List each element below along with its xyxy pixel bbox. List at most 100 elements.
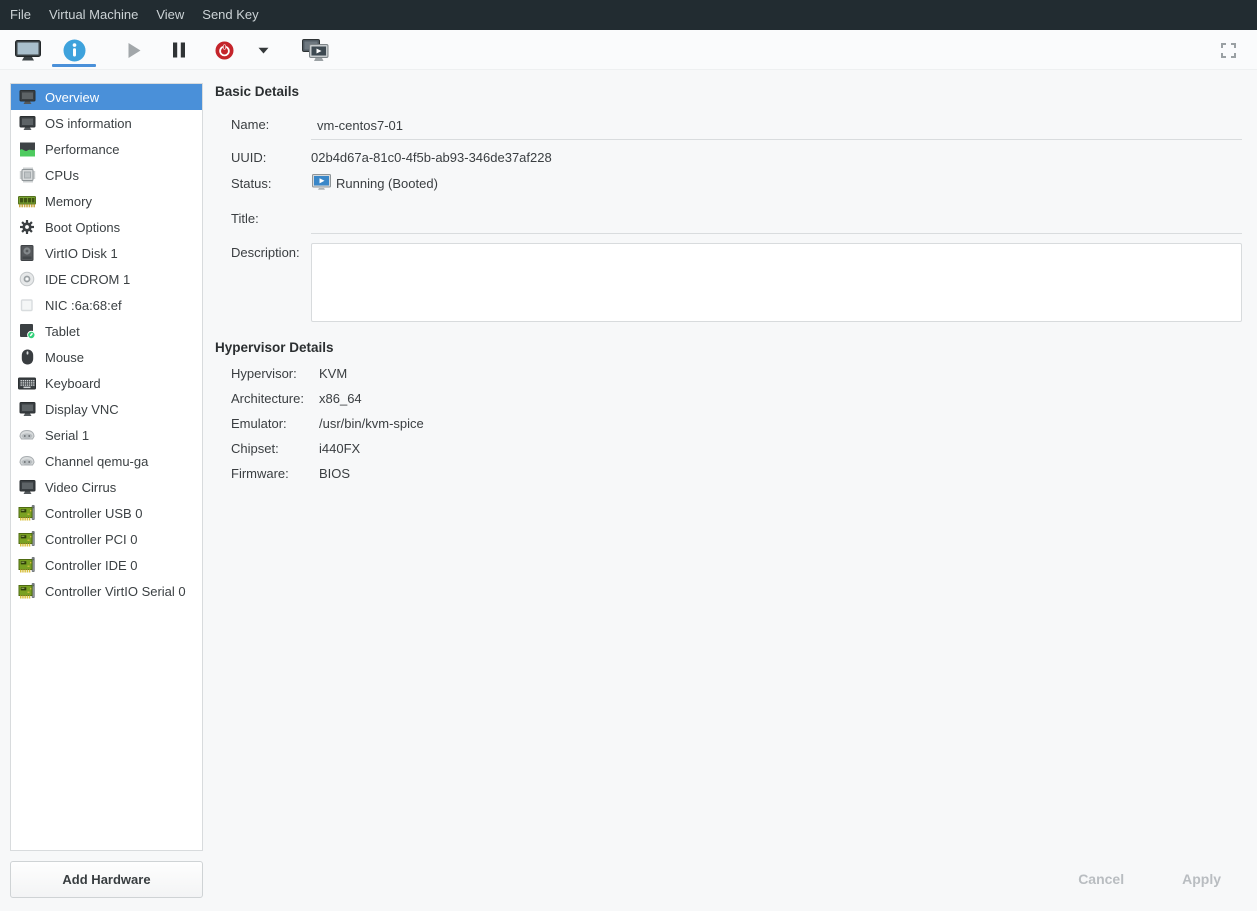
sidebar-item-overview[interactable]: Overview: [11, 84, 202, 110]
play-icon: [127, 42, 142, 59]
sidebar-item-channel-qemu-ga[interactable]: Channel qemu-ga: [11, 448, 202, 474]
name-input[interactable]: [311, 112, 1242, 140]
monitor-dark-icon: [17, 400, 37, 418]
sidebar-item-label: Keyboard: [45, 376, 101, 391]
menu-virtual-machine[interactable]: Virtual Machine: [40, 0, 147, 30]
hypervisor-row-label: Chipset:: [231, 441, 319, 466]
sidebar-item-label: Controller PCI 0: [45, 532, 137, 547]
sidebar-item-ide-cdrom-1[interactable]: IDE CDROM 1: [11, 266, 202, 292]
power-icon: [215, 41, 234, 60]
toolbar: [0, 30, 1257, 70]
hypervisor-row-firmware: Firmware: BIOS: [231, 466, 424, 491]
hypervisor-row-label: Emulator:: [231, 416, 319, 441]
sidebar-item-label: IDE CDROM 1: [45, 272, 130, 287]
cancel-button[interactable]: Cancel: [1078, 871, 1124, 887]
menu-view[interactable]: View: [147, 0, 193, 30]
hypervisor-row-chipset: Chipset: i440FX: [231, 441, 424, 466]
sidebar-item-nic-6a-68-ef[interactable]: NIC :6a:68:ef: [11, 292, 202, 318]
uuid-value: 02b4d67a-81c0-4f5b-ab93-346de37af228: [311, 150, 552, 165]
toolbar-button-dual-monitors[interactable]: [295, 30, 335, 70]
hypervisor-row-value: BIOS: [319, 466, 350, 491]
sidebar-item-label: Controller USB 0: [45, 506, 143, 521]
mouse-icon: [17, 348, 37, 366]
status-running-icon: [312, 174, 331, 190]
sidebar-item-performance[interactable]: Performance: [11, 136, 202, 162]
fullscreen-icon: [1221, 43, 1236, 58]
sidebar-item-tablet[interactable]: Tablet: [11, 318, 202, 344]
status-label: Status:: [231, 176, 271, 191]
toolbar-button-info[interactable]: [56, 30, 92, 70]
caret-down-icon: [258, 47, 269, 54]
sidebar-item-mouse[interactable]: Mouse: [11, 344, 202, 370]
sidebar-item-serial-1[interactable]: Serial 1: [11, 422, 202, 448]
monitor-dark-icon: [17, 88, 37, 106]
sidebar-item-boot-options[interactable]: Boot Options: [11, 214, 202, 240]
hypervisor-row-emulator: Emulator: /usr/bin/kvm-spice: [231, 416, 424, 441]
status-value: Running (Booted): [336, 176, 438, 191]
sidebar-item-label: Video Cirrus: [45, 480, 116, 495]
name-label: Name:: [231, 117, 269, 132]
sidebar-item-display-vnc[interactable]: Display VNC: [11, 396, 202, 422]
footer-buttons: Cancel Apply: [1078, 871, 1221, 887]
toolbar-button-pause[interactable]: [161, 30, 197, 70]
serial-icon: [17, 426, 37, 444]
hypervisor-row-architecture: Architecture: x86_64: [231, 391, 424, 416]
chart-icon: [17, 140, 37, 158]
description-textarea[interactable]: [311, 243, 1242, 322]
sidebar-item-keyboard[interactable]: Keyboard: [11, 370, 202, 396]
gear-icon: [17, 218, 37, 236]
sidebar-item-os-information[interactable]: OS information: [11, 110, 202, 136]
sidebar-item-cpus[interactable]: CPUs: [11, 162, 202, 188]
sidebar-item-label: Boot Options: [45, 220, 120, 235]
sidebar-item-label: Performance: [45, 142, 119, 157]
hypervisor-row-value: x86_64: [319, 391, 362, 416]
uuid-label: UUID:: [231, 150, 266, 165]
sidebar-item-label: Serial 1: [45, 428, 89, 443]
toolbar-button-power[interactable]: [206, 30, 242, 70]
hypervisor-row-label: Firmware:: [231, 466, 319, 491]
nic-icon: [17, 296, 37, 314]
pci-card-icon: [17, 504, 37, 522]
hardware-list: Overview OS information Performance CPUs…: [10, 83, 203, 851]
description-label: Description:: [231, 245, 300, 260]
sidebar-item-label: Tablet: [45, 324, 80, 339]
menubar: File Virtual Machine View Send Key: [0, 0, 1257, 30]
add-hardware-button[interactable]: Add Hardware: [10, 861, 203, 898]
sidebar-item-label: VirtIO Disk 1: [45, 246, 118, 261]
fullscreen-button[interactable]: [1213, 30, 1243, 70]
basic-details-heading: Basic Details: [215, 84, 299, 99]
pci-card-icon: [17, 556, 37, 574]
dual-monitors-icon: [302, 39, 329, 62]
title-input[interactable]: [311, 206, 1242, 234]
cdrom-icon: [17, 270, 37, 288]
apply-button[interactable]: Apply: [1182, 871, 1221, 887]
sidebar-item-controller-ide-0[interactable]: Controller IDE 0: [11, 552, 202, 578]
cpu-icon: [17, 166, 37, 184]
pause-icon: [172, 42, 186, 58]
sidebar-item-label: CPUs: [45, 168, 79, 183]
sidebar-item-controller-pci-0[interactable]: Controller PCI 0: [11, 526, 202, 552]
memory-icon: [17, 192, 37, 210]
sidebar-item-virtio-disk-1[interactable]: VirtIO Disk 1: [11, 240, 202, 266]
hypervisor-row-label: Architecture:: [231, 391, 319, 416]
sidebar-item-label: Mouse: [45, 350, 84, 365]
hypervisor-row-value: KVM: [319, 366, 347, 391]
menu-file[interactable]: File: [1, 0, 40, 30]
toolbar-button-monitor[interactable]: [10, 30, 46, 70]
virt-manager-window: File Virtual Machine View Send Key Overv…: [0, 0, 1257, 911]
sidebar-item-label: NIC :6a:68:ef: [45, 298, 122, 313]
info-icon: [63, 39, 86, 62]
sidebar-item-controller-usb-0[interactable]: Controller USB 0: [11, 500, 202, 526]
hypervisor-row-label: Hypervisor:: [231, 366, 319, 391]
sidebar-item-video-cirrus[interactable]: Video Cirrus: [11, 474, 202, 500]
menu-send-key[interactable]: Send Key: [193, 0, 267, 30]
sidebar-item-controller-virtio-serial-0[interactable]: Controller VirtIO Serial 0: [11, 578, 202, 604]
toolbar-button-play[interactable]: [116, 30, 152, 70]
toolbar-button-caret-down[interactable]: [253, 30, 273, 70]
sidebar-item-label: Controller IDE 0: [45, 558, 137, 573]
sidebar-item-label: Overview: [45, 90, 99, 105]
sidebar-item-memory[interactable]: Memory: [11, 188, 202, 214]
sidebar-item-label: Channel qemu-ga: [45, 454, 148, 469]
monitor-icon: [15, 40, 41, 61]
monitor-dark-icon: [17, 114, 37, 132]
